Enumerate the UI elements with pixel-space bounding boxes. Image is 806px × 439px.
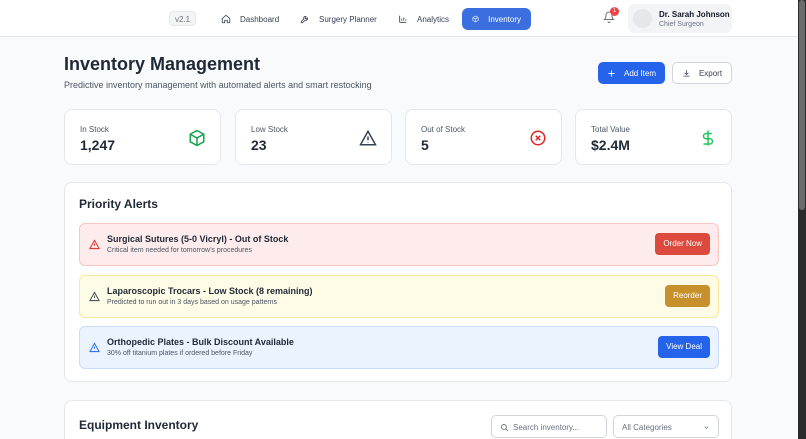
alert-subtitle: Critical item needed for tomorrow's proc…: [107, 247, 252, 254]
add-item-label: Add Item: [623, 68, 656, 78]
box-icon: [472, 15, 479, 23]
stat-label: In Stock: [80, 125, 109, 134]
warning-icon: [359, 129, 377, 146]
stat-card-out-of-stock: Out of Stock 5: [405, 109, 562, 165]
nav-surgery-planner[interactable]: Surgery Planner: [290, 8, 387, 30]
add-item-button[interactable]: Add Item: [598, 62, 665, 84]
alert-subtitle: 30% off titanium plates if ordered befor…: [107, 350, 253, 357]
scrollbar-thumb[interactable]: [799, 0, 805, 210]
wrench-icon: [300, 16, 308, 24]
top-nav-bar: v2.1 Dashboard Surgery Planner Analytics…: [0, 0, 798, 37]
warning-icon: [89, 291, 100, 302]
nav-inventory[interactable]: Inventory: [462, 8, 531, 30]
view-deal-button[interactable]: View Deal: [658, 336, 710, 358]
search-input[interactable]: [513, 419, 603, 435]
alert-title: Orthopedic Plates - Bulk Discount Availa…: [107, 337, 294, 347]
reorder-button[interactable]: Reorder: [665, 285, 710, 307]
search-box[interactable]: [491, 415, 607, 438]
stat-value: 5: [421, 137, 429, 153]
export-button[interactable]: Export: [672, 62, 732, 84]
stat-value: $2.4M: [591, 137, 630, 153]
stat-card-low-stock: Low Stock 23: [235, 109, 392, 165]
export-label: Export: [698, 68, 723, 78]
stat-label: Out of Stock: [421, 125, 466, 134]
x-circle-icon: [530, 130, 546, 146]
alert-title: Laparoscopic Trocars - Low Stock (8 rema…: [107, 286, 313, 296]
download-icon: [683, 69, 690, 76]
alert-low-stock: Laparoscopic Trocars - Low Stock (8 rema…: [79, 275, 719, 318]
nav-analytics[interactable]: Analytics: [388, 8, 459, 30]
page-subtitle: Predictive inventory management with aut…: [64, 80, 372, 90]
stat-value: 1,247: [80, 137, 116, 153]
dollar-icon: [702, 130, 714, 146]
notification-badge: 1: [610, 7, 619, 16]
warning-icon: [89, 239, 100, 250]
category-select-value: All Categories: [622, 423, 672, 432]
avatar: [633, 9, 652, 28]
search-icon: [501, 424, 509, 432]
home-icon: [221, 14, 231, 24]
alert-out-of-stock: Surgical Sutures (5-0 Vicryl) - Out of S…: [79, 223, 719, 266]
stat-label: Low Stock: [251, 125, 288, 134]
chevron-down-icon: [704, 426, 709, 429]
nav-inventory-label: Inventory: [488, 14, 521, 24]
version-badge: v2.1: [169, 11, 197, 26]
category-select[interactable]: All Categories: [613, 415, 719, 438]
nav-analytics-label: Analytics: [417, 14, 450, 24]
stat-card-in-stock: In Stock 1,247: [64, 109, 221, 165]
stat-card-total-value: Total Value $2.4M: [575, 109, 732, 165]
panel-title: Priority Alerts: [79, 197, 158, 211]
panel-title: Equipment Inventory: [79, 418, 199, 432]
warning-icon: [89, 342, 100, 353]
nav-surgery-planner-label: Surgery Planner: [319, 14, 377, 24]
user-name: Dr. Sarah Johnson: [659, 10, 730, 19]
alert-title: Surgical Sutures (5-0 Vicryl) - Out of S…: [107, 234, 289, 244]
box-icon: [189, 129, 205, 147]
user-role: Chief Surgeon: [659, 21, 704, 28]
page-title: Inventory Management: [64, 54, 261, 74]
alert-subtitle: Predicted to run out in 3 days based on …: [107, 299, 278, 306]
plus-icon: [608, 70, 615, 76]
user-profile[interactable]: Dr. Sarah Johnson Chief Surgeon: [628, 4, 732, 33]
nav-dashboard[interactable]: Dashboard: [211, 8, 289, 30]
bar-chart-icon: [399, 15, 407, 23]
nav-dashboard-label: Dashboard: [240, 14, 280, 24]
stat-value: 23: [251, 137, 267, 153]
alert-discount: Orthopedic Plates - Bulk Discount Availa…: [79, 326, 719, 369]
priority-alerts-panel: Priority Alerts Surgical Sutures (5-0 Vi…: [64, 182, 732, 382]
equipment-inventory-panel: Equipment Inventory All Categories: [64, 400, 732, 439]
stat-label: Total Value: [591, 125, 630, 134]
order-now-button[interactable]: Order Now: [655, 233, 710, 255]
